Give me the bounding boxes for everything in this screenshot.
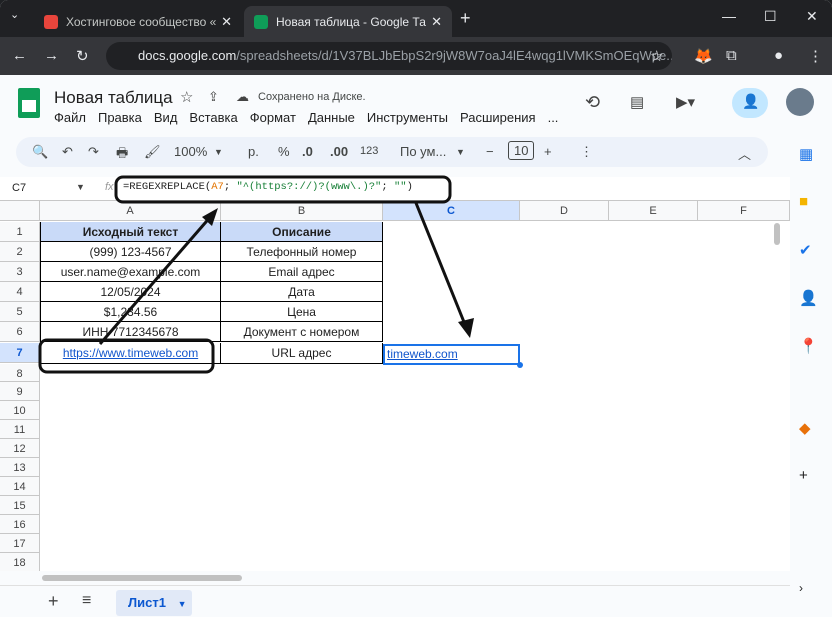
maps-icon[interactable]: 📍 bbox=[799, 337, 818, 355]
keep-icon[interactable]: ■ bbox=[799, 193, 808, 210]
arrow-head-down bbox=[458, 318, 474, 338]
expand-panel-icon[interactable]: › bbox=[799, 581, 803, 595]
sheet-tabs-bar: + ≡ Лист1 ▼ bbox=[0, 585, 790, 617]
sheet-tab-label: Лист1 bbox=[128, 595, 166, 610]
addon-icon[interactable]: ◆ bbox=[799, 419, 811, 437]
source-highlight-box bbox=[38, 338, 215, 374]
tasks-icon[interactable]: ✔ bbox=[799, 241, 812, 259]
calendar-icon[interactable]: ▦ bbox=[799, 145, 813, 163]
all-sheets-icon[interactable]: ≡ bbox=[82, 592, 91, 610]
arrow-to-formula bbox=[98, 214, 214, 345]
annotation-overlay bbox=[38, 175, 474, 374]
sheet-tab[interactable]: Лист1 ▼ bbox=[116, 590, 192, 616]
chevron-down-icon: ▼ bbox=[177, 599, 187, 609]
formula-highlight-box bbox=[114, 175, 452, 204]
browser-window: ⌄ Хостинговое сообщество «Tim ✕ Новая та… bbox=[0, 0, 832, 617]
side-panel: ▦ ■ ✔ 👤 📍 ◆ + › bbox=[790, 135, 832, 617]
arrow-to-result bbox=[414, 202, 468, 328]
add-sheet-icon[interactable]: + bbox=[48, 591, 59, 612]
contacts-icon[interactable]: 👤 bbox=[799, 289, 818, 307]
add-addon-icon[interactable]: + bbox=[799, 467, 808, 484]
